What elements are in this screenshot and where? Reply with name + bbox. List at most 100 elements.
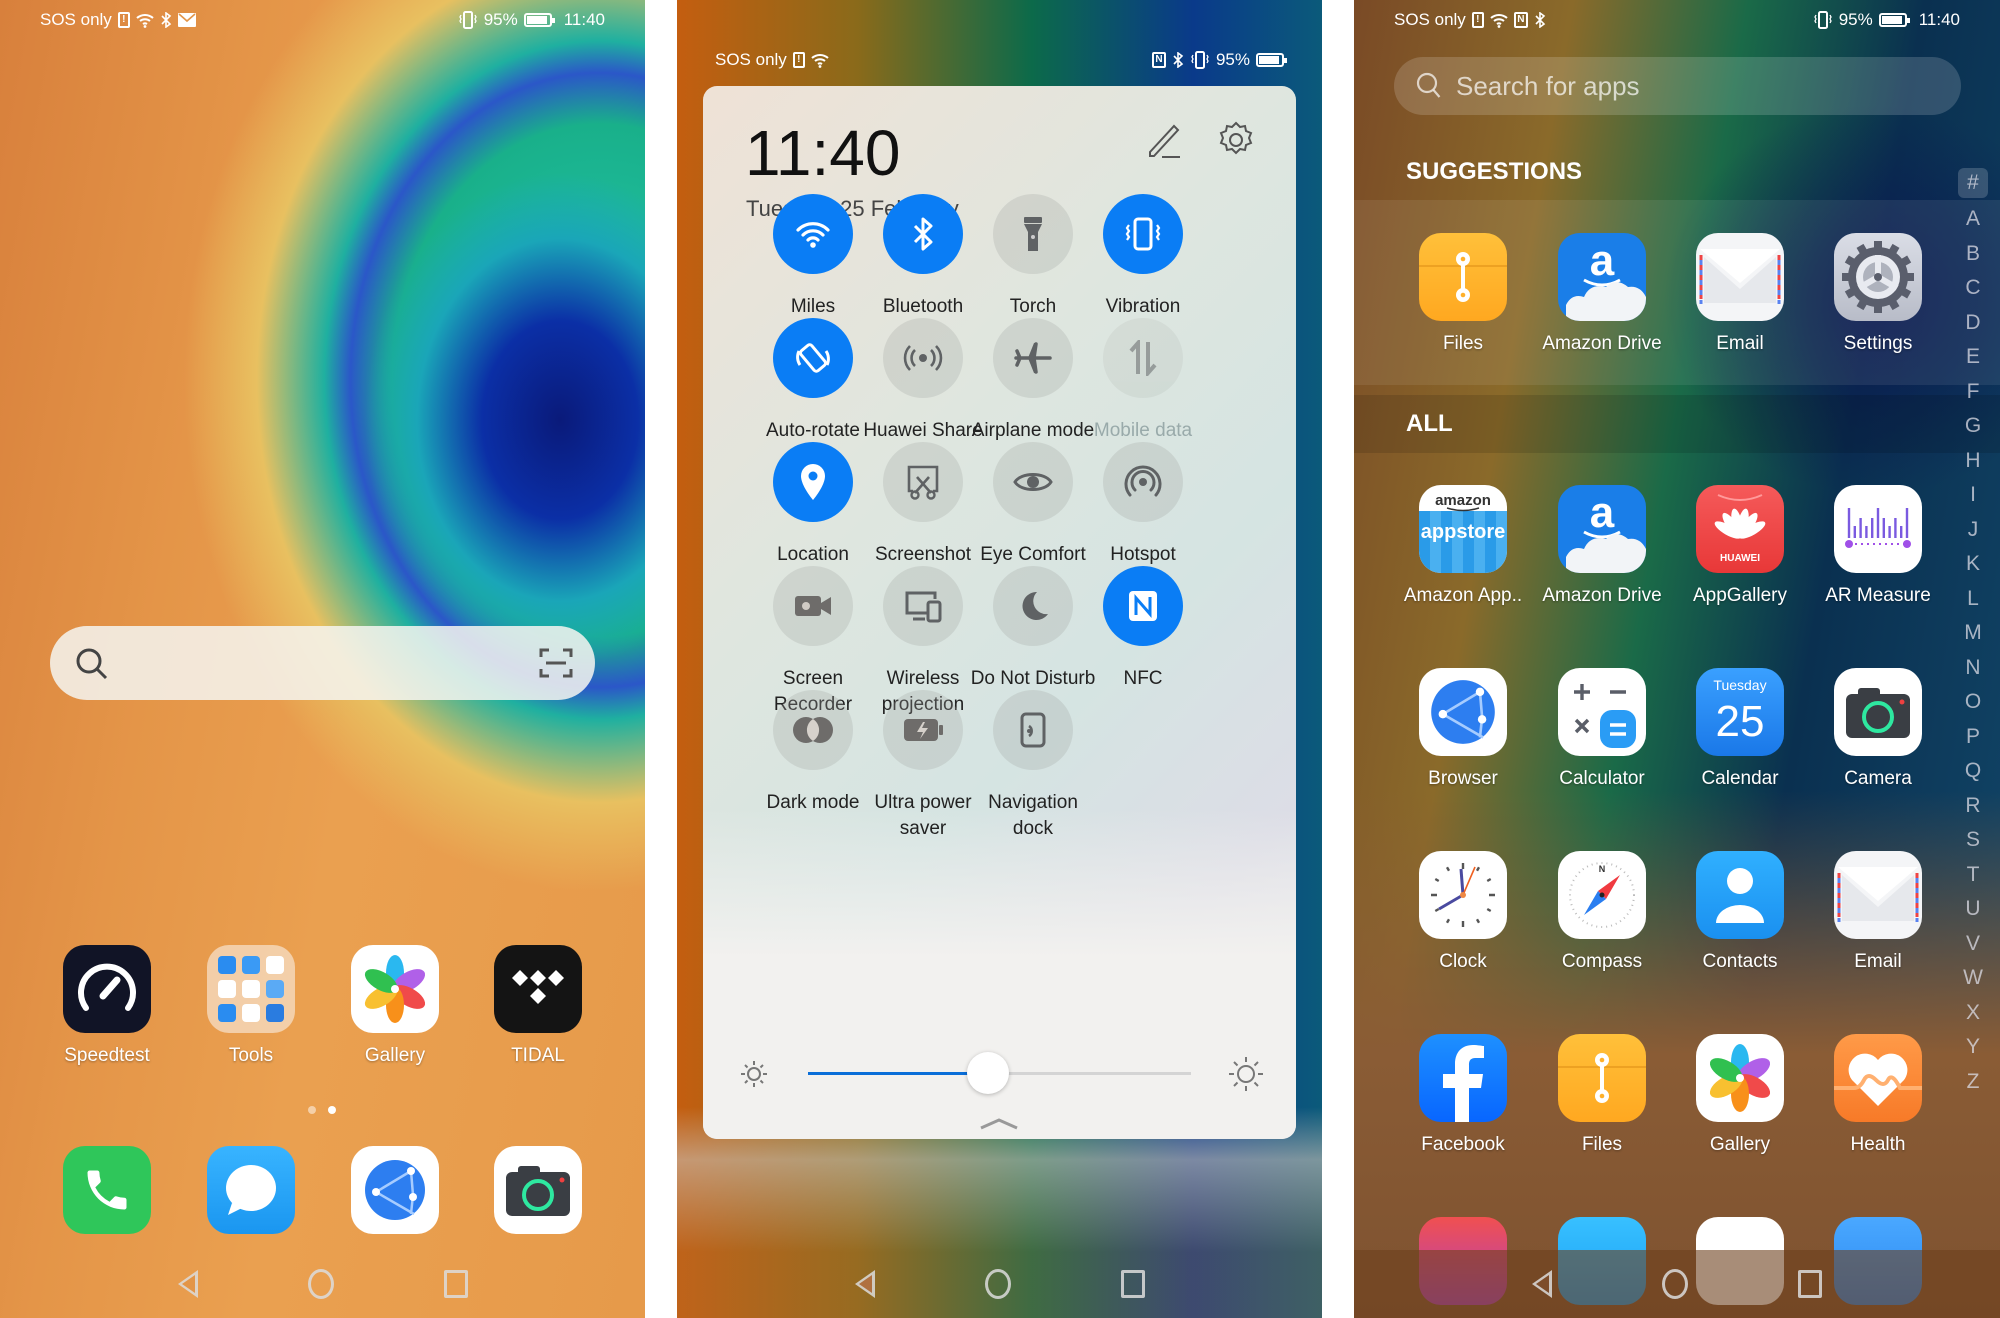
- recents-button[interactable]: [443, 1270, 468, 1298]
- page-dot[interactable]: [308, 1106, 316, 1114]
- app-contacts[interactable]: Contacts: [1675, 851, 1805, 973]
- folder-tools[interactable]: Tools: [186, 945, 316, 1067]
- dock-phone[interactable]: [42, 1146, 172, 1234]
- toggle-mobile-data[interactable]: Mobile data: [1073, 318, 1213, 444]
- index-letter[interactable]: Y: [1958, 1030, 1988, 1065]
- settings-gear-icon[interactable]: [1216, 120, 1256, 160]
- app-health[interactable]: Health: [1813, 1034, 1943, 1156]
- index-letter[interactable]: U: [1958, 892, 1988, 927]
- recents-button[interactable]: [1120, 1270, 1145, 1298]
- toggle-button[interactable]: [773, 318, 853, 398]
- toggle-button[interactable]: [993, 318, 1073, 398]
- toggle-button[interactable]: [1103, 318, 1183, 398]
- index-letter[interactable]: Q: [1958, 754, 1988, 789]
- app-email[interactable]: Email: [1813, 851, 1943, 973]
- home-button[interactable]: [307, 1269, 334, 1299]
- index-letter[interactable]: P: [1958, 720, 1988, 755]
- app-browser[interactable]: Browser: [1398, 668, 1528, 790]
- toggle-button[interactable]: [773, 566, 853, 646]
- home-search-bar[interactable]: [50, 626, 595, 700]
- collapse-chevron-icon[interactable]: [979, 1116, 1019, 1130]
- toggle-button[interactable]: [883, 442, 963, 522]
- app-email[interactable]: Email: [1675, 233, 1805, 355]
- index-letter[interactable]: D: [1958, 306, 1988, 341]
- index-letter[interactable]: H: [1958, 444, 1988, 479]
- app-gallery[interactable]: Gallery: [330, 945, 460, 1067]
- toggle-button[interactable]: [1103, 566, 1183, 646]
- app-amazon-drive[interactable]: a Amazon Drive: [1537, 485, 1667, 607]
- toggle-navigation-dock[interactable]: Navigation dock: [963, 690, 1103, 842]
- index-letter[interactable]: M: [1958, 616, 1988, 651]
- index-letter[interactable]: T: [1958, 858, 1988, 893]
- index-letter[interactable]: Z: [1958, 1065, 1988, 1100]
- home-button[interactable]: [1662, 1269, 1688, 1299]
- toggle-button[interactable]: [883, 318, 963, 398]
- brightness-knob[interactable]: [967, 1052, 1009, 1094]
- index-letter[interactable]: W: [1958, 961, 1988, 996]
- back-button[interactable]: [854, 1270, 875, 1298]
- index-letter[interactable]: J: [1958, 513, 1988, 548]
- index-letter[interactable]: #: [1958, 168, 1988, 198]
- toggle-button[interactable]: [1103, 442, 1183, 522]
- back-button[interactable]: [177, 1270, 198, 1298]
- toggle-hotspot[interactable]: Hotspot: [1073, 442, 1213, 568]
- app-files[interactable]: Files: [1537, 1034, 1667, 1156]
- app-tidal[interactable]: TIDAL: [473, 945, 603, 1067]
- index-letter[interactable]: N: [1958, 651, 1988, 686]
- toggle-button[interactable]: [883, 194, 963, 274]
- toggle-nfc[interactable]: NFC: [1073, 566, 1213, 692]
- dock-browser[interactable]: [330, 1146, 460, 1234]
- toggle-button[interactable]: [993, 690, 1073, 770]
- app-amazon-drive[interactable]: a Amazon Drive: [1537, 233, 1667, 355]
- dock-messages[interactable]: [186, 1146, 316, 1234]
- toggle-button[interactable]: [773, 194, 853, 274]
- toggle-vibration[interactable]: Vibration: [1073, 194, 1213, 320]
- toggle-button[interactable]: [993, 194, 1073, 274]
- app-facebook[interactable]: Facebook: [1398, 1034, 1528, 1156]
- app-settings[interactable]: Settings: [1813, 233, 1943, 355]
- app-gallery[interactable]: Gallery: [1675, 1034, 1805, 1156]
- index-letter[interactable]: I: [1958, 478, 1988, 513]
- scan-icon[interactable]: [539, 647, 573, 679]
- alphabet-index[interactable]: # A B C D E F G H I J K L M N O P Q R S T U V W X Y Z: [1956, 168, 1990, 1099]
- index-letter[interactable]: S: [1958, 823, 1988, 858]
- recents-button[interactable]: [1798, 1270, 1822, 1298]
- home-button[interactable]: [984, 1269, 1011, 1299]
- app-files[interactable]: Files: [1398, 233, 1528, 355]
- index-letter[interactable]: O: [1958, 685, 1988, 720]
- app-calculator[interactable]: Calculator: [1537, 668, 1667, 790]
- back-button[interactable]: [1532, 1270, 1552, 1298]
- toggle-button[interactable]: [883, 690, 963, 770]
- index-letter[interactable]: B: [1958, 237, 1988, 272]
- app-amazon-app[interactable]: amazon appstore Amazon App..: [1398, 485, 1528, 607]
- app-speedtest[interactable]: Speedtest: [42, 945, 172, 1067]
- index-letter[interactable]: A: [1958, 202, 1988, 237]
- app-ar-measure[interactable]: AR Measure: [1813, 485, 1943, 607]
- toggle-button[interactable]: [1103, 194, 1183, 274]
- app-compass[interactable]: N Compass: [1537, 851, 1667, 973]
- index-letter[interactable]: R: [1958, 789, 1988, 824]
- index-letter[interactable]: V: [1958, 927, 1988, 962]
- edit-icon[interactable]: [1144, 120, 1184, 160]
- index-letter[interactable]: X: [1958, 996, 1988, 1031]
- toggle-button[interactable]: [993, 566, 1073, 646]
- app-clock[interactable]: Clock: [1398, 851, 1528, 973]
- toggle-button[interactable]: [773, 442, 853, 522]
- index-letter[interactable]: E: [1958, 340, 1988, 375]
- index-letter[interactable]: C: [1958, 271, 1988, 306]
- app-label: Settings: [1843, 333, 1913, 354]
- app-search-input[interactable]: Search for apps: [1394, 57, 1961, 115]
- page-dot-active[interactable]: [328, 1106, 336, 1114]
- index-letter[interactable]: L: [1958, 582, 1988, 617]
- toggle-button[interactable]: [773, 690, 853, 770]
- toggle-button[interactable]: [883, 566, 963, 646]
- toggle-button[interactable]: [993, 442, 1073, 522]
- index-letter[interactable]: G: [1958, 409, 1988, 444]
- index-letter[interactable]: K: [1958, 547, 1988, 582]
- dock-camera[interactable]: [473, 1146, 603, 1234]
- index-letter[interactable]: F: [1958, 375, 1988, 410]
- brightness-slider[interactable]: [808, 1052, 1191, 1094]
- app-appgallery[interactable]: HUAWEI AppGallery: [1675, 485, 1805, 607]
- app-calendar[interactable]: Tuesday 25 Calendar: [1675, 668, 1805, 790]
- app-camera[interactable]: Camera: [1813, 668, 1943, 790]
